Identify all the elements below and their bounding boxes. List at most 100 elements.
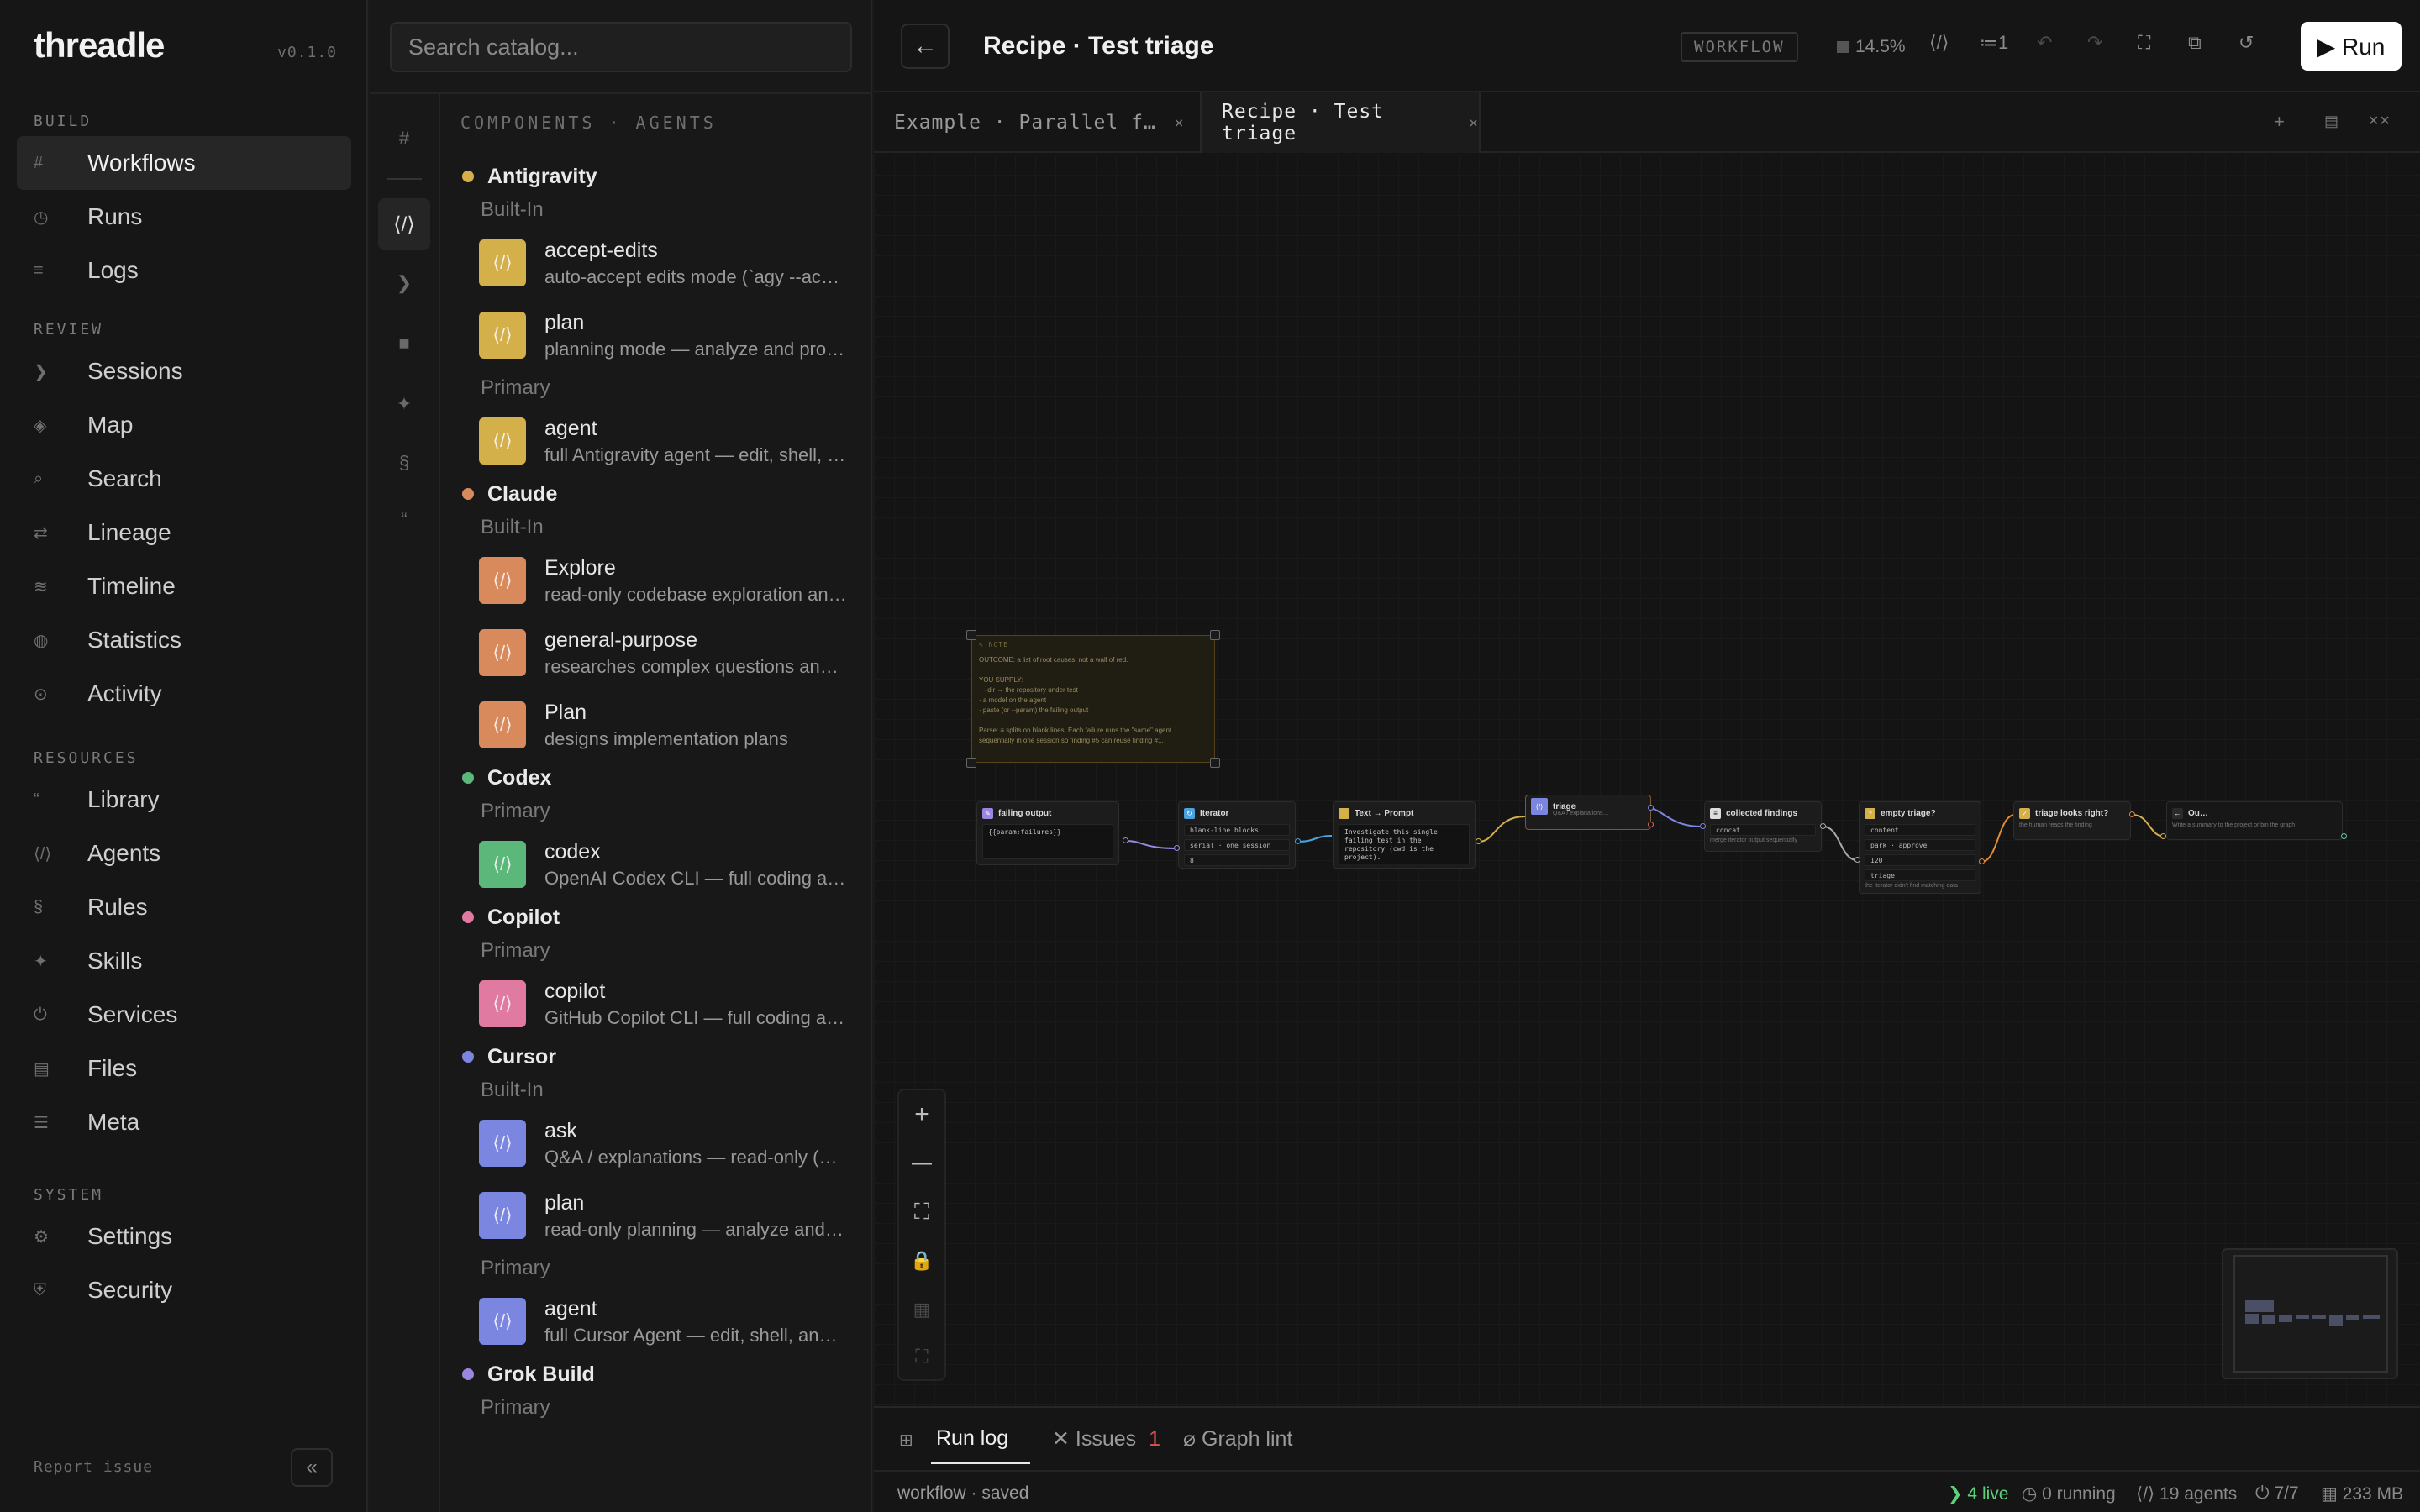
- node-triage-looks-right[interactable]: ✓ triage looks right? the human reads the…: [2013, 801, 2131, 840]
- input-port[interactable]: [1700, 823, 1706, 829]
- agent-item[interactable]: ⟨/⟩ Explore read-only codebase exploration…: [442, 544, 871, 617]
- back-button[interactable]: ←: [901, 24, 950, 69]
- agent-item[interactable]: ⟨/⟩ general-purpose researches complex que…: [442, 617, 871, 689]
- output-port[interactable]: [1123, 837, 1128, 843]
- sidebar-item-security[interactable]: ⛨ Security: [17, 1263, 351, 1317]
- split-field[interactable]: blank-line blocks: [1184, 824, 1290, 836]
- fit-view-icon[interactable]: ⛶: [899, 1189, 944, 1235]
- agents-count[interactable]: ⟨/⟩ 19 agents: [2136, 1483, 2237, 1504]
- resize-handle[interactable]: [1210, 758, 1220, 768]
- sidebar-item-settings[interactable]: ⚙ Settings: [17, 1210, 351, 1263]
- agent-item[interactable]: ⟨/⟩ Plan designs implementation plans: [442, 689, 871, 761]
- agent-item[interactable]: ⟨/⟩ codex OpenAI Codex CLI — full coding a…: [442, 828, 871, 900]
- lock-icon[interactable]: 🔒: [899, 1238, 944, 1284]
- error-port[interactable]: [1648, 822, 1654, 827]
- live-count[interactable]: ❯ 4 live: [1948, 1483, 2008, 1504]
- collapse-sidebar-button[interactable]: «: [291, 1448, 333, 1487]
- node-empty-triage[interactable]: ? empty triage? content park · approve 12…: [1859, 801, 1981, 894]
- workflow-canvas[interactable]: ✎ NOTE OUTCOME: a list of root causes, n…: [874, 155, 2420, 1406]
- resize-handle[interactable]: [1210, 630, 1220, 640]
- library-icon[interactable]: “: [378, 494, 430, 546]
- node-collected-findings[interactable]: ≡ collected findings concat merge iterato…: [1704, 801, 1822, 852]
- node-output[interactable]: ← Ou… Write a summary to the project or b…: [2166, 801, 2343, 840]
- minimap[interactable]: [2222, 1248, 2398, 1379]
- rules-icon[interactable]: §: [378, 437, 430, 489]
- close-all-tabs-icon[interactable]: ✕✕: [2368, 113, 2391, 129]
- node-textarea[interactable]: {{param:failures}}: [982, 824, 1113, 859]
- tab-run-log[interactable]: Run log: [936, 1426, 1008, 1451]
- agent-group-codex[interactable]: Codex: [442, 761, 871, 795]
- agent-item[interactable]: ⟨/⟩ agent full Antigravity agent — edit, s…: [442, 405, 871, 477]
- sidebar-item-map[interactable]: ◈ Map: [17, 398, 351, 452]
- files-icon[interactable]: ■: [378, 318, 430, 370]
- fullscreen-icon[interactable]: ⛶: [2138, 32, 2150, 54]
- sidebar-item-rules[interactable]: § Rules: [17, 880, 351, 934]
- sidebar-item-meta[interactable]: ☰ Meta: [17, 1095, 351, 1149]
- agent-item[interactable]: ⟨/⟩ accept-edits auto-accept edits mode (`…: [442, 227, 871, 299]
- new-tab-icon[interactable]: +: [2274, 111, 2285, 133]
- workflow-note[interactable]: ✎ NOTE OUTCOME: a list of root causes, n…: [971, 635, 1215, 763]
- duplicate-icon[interactable]: ⧉: [2188, 32, 2202, 54]
- mode-field[interactable]: concat: [1710, 824, 1816, 836]
- agent-group-antigravity[interactable]: Antigravity: [442, 160, 871, 193]
- split-view-icon[interactable]: ▤: [2324, 113, 2338, 130]
- sessions-icon[interactable]: ❯: [378, 257, 430, 309]
- output-port[interactable]: [1979, 858, 1985, 864]
- sidebar-item-lineage[interactable]: ⇄ Lineage: [17, 506, 351, 559]
- input-port[interactable]: [1854, 857, 1860, 863]
- target-field[interactable]: triage: [1865, 869, 1975, 881]
- node-failing-output[interactable]: ✎ failing output {{param:failures}}: [976, 801, 1119, 865]
- zoom-out-icon[interactable]: —: [899, 1141, 944, 1186]
- mode-field[interactable]: serial · one session: [1184, 839, 1290, 851]
- tab-issues[interactable]: ✕ Issues 1: [1052, 1426, 1160, 1452]
- agent-item[interactable]: ⟨/⟩ agent full Cursor Agent — edit, shell,…: [442, 1285, 871, 1357]
- output-port[interactable]: [2129, 811, 2135, 817]
- tab-example-parallel[interactable]: Example · Parallel f… ×: [874, 92, 1185, 153]
- services-health[interactable]: ⏻ 7/7: [2255, 1483, 2299, 1504]
- select-area-icon[interactable]: ⛶: [899, 1334, 944, 1379]
- output-port[interactable]: [1476, 838, 1481, 844]
- sidebar-item-workflows[interactable]: # Workflows: [17, 136, 351, 190]
- resize-handle[interactable]: [966, 630, 976, 640]
- sidebar-item-agents[interactable]: ⟨/⟩ Agents: [17, 827, 351, 880]
- undo-icon[interactable]: ↶: [2037, 32, 2052, 54]
- max-field[interactable]: 8: [1184, 854, 1290, 866]
- resize-handle[interactable]: [966, 758, 976, 768]
- agent-item[interactable]: ⟨/⟩ plan planning mode — analyze and propo…: [442, 299, 871, 371]
- output-port[interactable]: [1295, 838, 1301, 844]
- tab-graph-lint[interactable]: ⌀ Graph lint: [1183, 1426, 1292, 1452]
- close-icon[interactable]: ×: [1175, 114, 1185, 132]
- condition-field[interactable]: content: [1865, 824, 1975, 836]
- app-logo[interactable]: threadle: [34, 25, 165, 66]
- node-iterator[interactable]: ↻ Iterator blank-line blocks serial · one…: [1178, 801, 1296, 869]
- zoom-in-icon[interactable]: +: [899, 1092, 944, 1137]
- workflow-icon[interactable]: #: [378, 113, 430, 165]
- report-issue-link[interactable]: Report issue: [34, 1458, 153, 1476]
- output-port[interactable]: [1648, 805, 1654, 811]
- grid-icon[interactable]: ▦: [899, 1287, 944, 1332]
- timeout-field[interactable]: 120: [1865, 854, 1975, 866]
- agent-item[interactable]: ⟨/⟩ ask Q&A / explanations — read-only (no…: [442, 1107, 871, 1179]
- input-port[interactable]: [2160, 833, 2166, 839]
- agent-group-copilot[interactable]: Copilot: [442, 900, 871, 934]
- node-textarea[interactable]: Investigate this single failing test in …: [1339, 824, 1470, 864]
- agent-item[interactable]: ⟨/⟩ copilot GitHub Copilot CLI — full codi…: [442, 968, 871, 1040]
- agent-item[interactable]: ⟨/⟩ plan read-only planning — analyze and …: [442, 1179, 871, 1252]
- close-icon[interactable]: ×: [1469, 114, 1479, 132]
- running-count[interactable]: ◷ 0 running: [2022, 1483, 2116, 1504]
- sidebar-item-files[interactable]: ▤ Files: [17, 1042, 351, 1095]
- node-text-prompt[interactable]: T Text → Prompt Investigate this single f…: [1333, 801, 1476, 869]
- sidebar-item-library[interactable]: “ Library: [17, 773, 351, 827]
- sidebar-item-search[interactable]: ⌕ Search: [17, 452, 351, 506]
- tab-recipe-test-triage[interactable]: Recipe · Test triage ×: [1200, 92, 1481, 153]
- agent-group-claude[interactable]: Claude: [442, 477, 871, 511]
- catalog-search-input[interactable]: [392, 24, 850, 71]
- sidebar-item-skills[interactable]: ✦ Skills: [17, 934, 351, 988]
- code-view-icon[interactable]: ⟨/⟩: [1929, 32, 1949, 54]
- agent-group-grok-build[interactable]: Grok Build: [442, 1357, 871, 1391]
- sidebar-item-logs[interactable]: ≡ Logs: [17, 244, 351, 297]
- node-triage[interactable]: ⟨/⟩ triage Q&A / explanations…: [1525, 795, 1651, 830]
- input-port[interactable]: [1174, 845, 1180, 851]
- action-field[interactable]: park · approve: [1865, 839, 1975, 851]
- sidebar-item-runs[interactable]: ◷ Runs: [17, 190, 351, 244]
